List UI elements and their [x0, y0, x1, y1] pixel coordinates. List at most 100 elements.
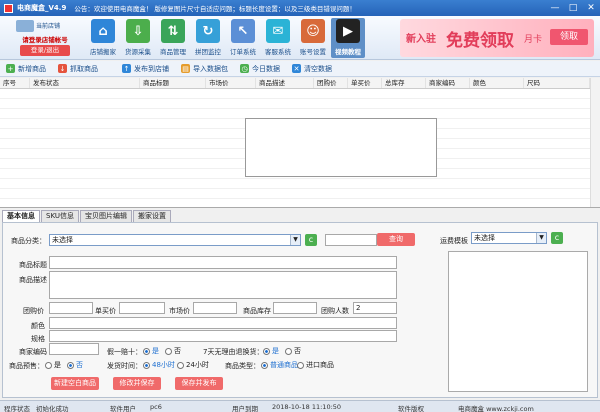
fake-yes-radio[interactable]: 是: [143, 346, 159, 356]
seven-no-radio[interactable]: 否: [285, 346, 301, 356]
category-search-input[interactable]: [325, 234, 377, 246]
size-input[interactable]: [49, 330, 397, 342]
notice-text: 公告：欢迎使用电商魔盒！ 版修复图片尺寸自适应问题；标题长度设置：以及三级类目错…: [74, 5, 356, 13]
col-single-price[interactable]: 单买价: [348, 78, 382, 88]
col-desc[interactable]: 商品描述: [256, 78, 314, 88]
header: 当前店铺 请登录店铺帐号 登录/退出 ⌂ 店铺搬家 ⇩ 货源采集 ⇅ 商品管理 …: [0, 16, 600, 60]
today-data-button[interactable]: ◷ 今日数据: [240, 64, 280, 74]
type-import-radio[interactable]: 进口商品: [297, 360, 334, 370]
grab-icon: ↓: [58, 64, 67, 73]
col-market-price[interactable]: 市场价: [206, 78, 256, 88]
col-index[interactable]: 序号: [0, 78, 30, 88]
ship-label: 发货时间：: [107, 362, 142, 370]
product-grid[interactable]: 序号 发布状态 商品标题 市场价 商品描述 团购价 单买价 总库存 商家编码 颜…: [0, 78, 600, 208]
category-select[interactable]: 未选择 ▼: [49, 234, 301, 246]
title-bar: 电商魔盒_V4.9 公告：欢迎使用电商魔盒！ 版修复图片尺寸自适应问题；标题长度…: [0, 0, 600, 16]
tab-image-edit[interactable]: 宝贝图片编辑: [79, 210, 132, 222]
stock-input[interactable]: [273, 302, 317, 314]
module-account-settings[interactable]: ☺ 账号设置: [296, 18, 330, 58]
module-order-system[interactable]: ↖ 订单系统: [226, 18, 260, 58]
module-video-tutorial[interactable]: ▶ 视频教程: [331, 18, 365, 58]
market-price-label: 市场价: [169, 307, 190, 315]
title-input[interactable]: [49, 256, 397, 269]
col-status[interactable]: 发布状态: [30, 78, 140, 88]
video-icon: ▶: [336, 19, 360, 43]
publish-store-button[interactable]: ↑ 发布到店铺: [122, 64, 169, 74]
login-tip: 请登录店铺帐号: [22, 36, 68, 44]
seven-yes-radio[interactable]: 是: [263, 346, 279, 356]
grid-scrollbar[interactable]: [590, 78, 600, 207]
modify-save-button[interactable]: 修改并保存: [113, 377, 161, 390]
add-icon: +: [6, 64, 15, 73]
code-label: 商家编码: [19, 348, 47, 356]
group-price-input[interactable]: [49, 302, 93, 314]
status-label: 程序状态: [4, 405, 30, 412]
new-product-button[interactable]: 新建空白商品: [51, 377, 99, 390]
freight-select[interactable]: 未选择 ▼: [471, 232, 547, 244]
tab-move-settings[interactable]: 搬家设置: [132, 210, 171, 222]
desc-input[interactable]: [49, 271, 397, 299]
description-popup: [245, 118, 437, 177]
color-input[interactable]: [49, 317, 397, 329]
ship-24h-radio[interactable]: 24小时: [177, 360, 209, 370]
type-normal-radio[interactable]: 普通商品: [261, 360, 298, 370]
fake-no-radio[interactable]: 否: [165, 346, 181, 356]
close-button[interactable]: ✕: [582, 0, 600, 16]
presale-no-radio[interactable]: 否: [67, 360, 83, 370]
app-icon: [4, 3, 13, 13]
module-group-monitor[interactable]: ↻ 拼团监控: [191, 18, 225, 58]
col-stock[interactable]: 总库存: [382, 78, 426, 88]
search-button[interactable]: 查询: [377, 233, 415, 246]
market-price-input[interactable]: [193, 302, 237, 314]
maximize-button[interactable]: □: [564, 0, 582, 16]
save-publish-button[interactable]: 保存并发布: [175, 377, 223, 390]
presale-label: 商品预售：: [9, 362, 44, 370]
group-count-input[interactable]: 2: [353, 302, 397, 314]
ship-48h-radio[interactable]: 48小时: [143, 360, 175, 370]
ad-claim-button[interactable]: 领取: [550, 29, 588, 45]
store-panel: 当前店铺 请登录店铺帐号 登录/退出: [6, 18, 84, 58]
user-value: pc6: [150, 403, 162, 411]
today-icon: ◷: [240, 64, 249, 73]
code-input[interactable]: [49, 343, 99, 355]
single-price-input[interactable]: [119, 302, 165, 314]
module-product-manage[interactable]: ⇅ 商品管理: [156, 18, 190, 58]
ad-banner[interactable]: 新入驻 免费领取 月卡 领取: [400, 19, 594, 57]
login-button[interactable]: 登录/退出: [20, 45, 70, 56]
col-group-price[interactable]: 团购价: [314, 78, 348, 88]
store-icon: [16, 20, 34, 32]
add-product-button[interactable]: + 新增商品: [6, 64, 46, 74]
chat-icon: ✉: [266, 19, 290, 43]
title-label: 商品标题: [19, 261, 47, 269]
window-title: 电商魔盒_V4.9: [17, 4, 67, 12]
desc-label: 商品描述: [19, 276, 47, 284]
download-icon: ⇩: [126, 19, 150, 43]
tab-basic-info[interactable]: 基本信息: [2, 210, 40, 222]
copyright-label: 软件版权: [398, 405, 424, 412]
module-service-system[interactable]: ✉ 客服系统: [261, 18, 295, 58]
module-source-collect[interactable]: ⇩ 货源采集: [121, 18, 155, 58]
module-store-move[interactable]: ⌂ 店铺搬家: [86, 18, 120, 58]
presale-yes-radio[interactable]: 是: [45, 360, 61, 370]
size-label: 规格: [31, 335, 45, 343]
import-package-button[interactable]: ▤ 导入数据包: [181, 64, 228, 74]
expire-value: 2018-10-18 11:10:50: [272, 403, 342, 411]
ad-text-card: 月卡: [524, 35, 543, 45]
toolbar: + 新增商品 ↓ 抓取商品 ↑ 发布到店铺 ▤ 导入数据包 ◷ 今日数据 ✕ 清空数据: [0, 61, 600, 77]
clear-data-button[interactable]: ✕ 清空数据: [292, 64, 332, 74]
form-tabs: 基本信息 SKU信息 宝贝图片编辑 搬家设置: [2, 210, 172, 222]
tab-sku-info[interactable]: SKU信息: [41, 210, 79, 222]
grab-product-button[interactable]: ↓ 抓取商品: [58, 64, 98, 74]
col-title[interactable]: 商品标题: [140, 78, 206, 88]
product-form: 商品分类： 未选择 ▼ c 查询 运费模板 未选择 ▼ c 商品标题 商品描述 …: [2, 222, 598, 398]
category-label: 商品分类：: [11, 237, 46, 245]
col-color[interactable]: 颜色: [470, 78, 524, 88]
category-refresh-button[interactable]: c: [305, 234, 317, 246]
store-move-icon: ⌂: [91, 19, 115, 43]
col-size[interactable]: 尺码: [524, 78, 590, 88]
col-code[interactable]: 商家编码: [426, 78, 470, 88]
minimize-button[interactable]: —: [546, 0, 564, 16]
copyright-value: 电商魔盒 www.zckji.com: [458, 405, 534, 412]
freight-refresh-button[interactable]: c: [551, 232, 563, 244]
group-count-label: 团购人数: [321, 307, 349, 315]
